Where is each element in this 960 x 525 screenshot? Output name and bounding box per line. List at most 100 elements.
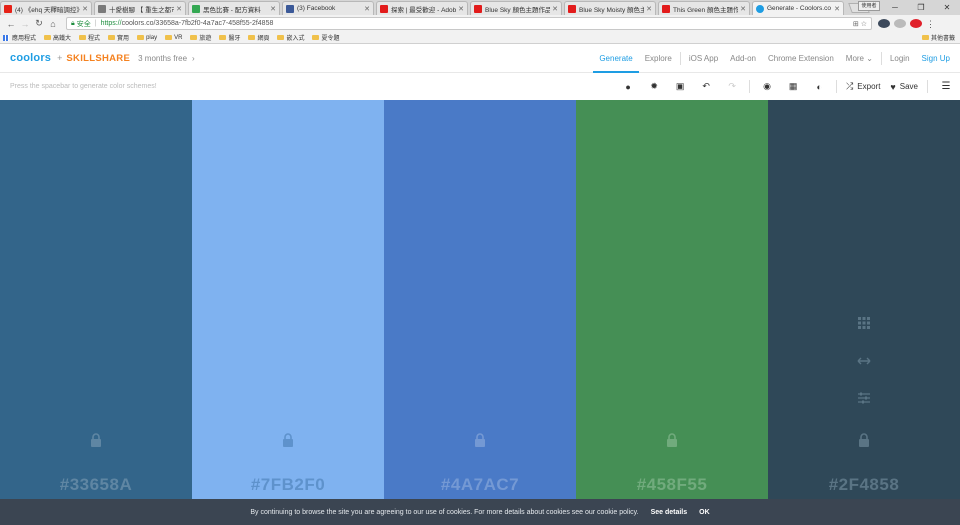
hex-code[interactable]: #7FB2F0 <box>192 475 384 495</box>
apps-icon <box>3 34 9 41</box>
save-label: Save <box>899 82 918 91</box>
close-icon[interactable]: ✕ <box>270 5 276 13</box>
hamburger-menu-icon[interactable]: ☰ <box>932 81 960 92</box>
resize-horizontal-icon[interactable] <box>857 354 871 368</box>
color-column[interactable]: #458F55 <box>576 100 768 499</box>
hex-code[interactable]: #458F55 <box>576 475 768 495</box>
menu-icon[interactable]: ⋮ <box>926 19 935 29</box>
redo-icon[interactable]: ↷ <box>719 81 745 92</box>
cookie-banner: By continuing to browse the site you are… <box>0 499 960 525</box>
bookmark-folder[interactable]: 夏令題 <box>312 33 340 42</box>
close-icon[interactable]: ✕ <box>740 5 746 13</box>
tab-favicon <box>380 4 388 13</box>
cookie-message: By continuing to browse the site you are… <box>250 508 639 516</box>
settings-icon[interactable]: ✹ <box>641 81 667 92</box>
close-icon[interactable]: ✕ <box>364 5 370 13</box>
bookmark-other[interactable]: 其他書籤 <box>921 33 955 42</box>
nav-more[interactable]: More ⌄ <box>840 44 879 73</box>
nav-explore[interactable]: Explore <box>639 44 678 73</box>
reload-icon[interactable]: ↻ <box>32 18 46 29</box>
bookmarks-bar: 應用程式 高鐵大 程式 實用 play VR 旅遊 醫牙 網頁 嵌入式 夏令題 … <box>0 32 960 44</box>
nav-ios-app[interactable]: iOS App <box>683 44 724 73</box>
bookmark-folder[interactable]: VR <box>165 35 182 41</box>
extension-icon[interactable] <box>878 19 890 28</box>
lock-icon[interactable] <box>90 433 102 447</box>
home-icon[interactable]: ⌂ <box>46 19 60 29</box>
coolors-logo[interactable]: coolors <box>10 52 51 64</box>
save-button[interactable]: ♥ Save <box>885 82 923 92</box>
drag-handle-icon[interactable] <box>857 316 871 330</box>
forward-icon[interactable]: → <box>18 19 32 29</box>
skillshare-logo[interactable]: SKILLSHARE <box>66 53 130 64</box>
lock-icon[interactable] <box>282 433 294 447</box>
color-column[interactable]: #2F4858 <box>768 100 960 499</box>
see-details-link[interactable]: See details <box>651 509 688 516</box>
close-icon[interactable]: ✕ <box>552 5 558 13</box>
export-label: Export <box>857 82 881 91</box>
profile-button[interactable]: 使用者 <box>858 1 880 11</box>
color-column[interactable]: #4A7AC7 <box>384 100 576 499</box>
close-icon[interactable]: ✕ <box>834 5 840 13</box>
divider <box>927 80 928 93</box>
hex-code[interactable]: #33658A <box>0 475 192 495</box>
close-icon[interactable]: ✕ <box>646 5 652 13</box>
browser-tab[interactable]: (3) Facebook ✕ <box>282 1 374 15</box>
camera-icon[interactable]: ▣ <box>667 81 693 92</box>
contrast-icon[interactable]: ◐ <box>806 82 832 92</box>
nav-generate[interactable]: Generate <box>593 44 640 73</box>
bookmark-folder[interactable]: 實用 <box>108 33 129 42</box>
bookmark-folder[interactable]: 嵌入式 <box>277 33 304 42</box>
tab-title: This Green 顏色主題作品 <box>673 6 738 14</box>
site-header: coolors + SKILLSHARE 3 months free › Gen… <box>0 44 960 73</box>
tab-title: 黑色比賽 - 配方資料 <box>203 6 261 14</box>
nav-add-on[interactable]: Add-on <box>724 44 762 73</box>
close-icon[interactable]: ✕ <box>82 5 88 13</box>
back-icon[interactable]: ← <box>4 19 18 29</box>
lock-icon[interactable] <box>474 433 486 447</box>
bookmark-star-icon[interactable]: ⊞ ☆ <box>853 20 867 28</box>
signup-link[interactable]: Sign Up <box>916 54 960 63</box>
bookmark-folder[interactable]: play <box>137 35 157 41</box>
view-icon[interactable]: ◉ <box>754 81 780 92</box>
extension-icon[interactable] <box>894 19 906 28</box>
lock-icon[interactable] <box>858 433 870 447</box>
hex-code[interactable]: #4A7AC7 <box>384 475 576 495</box>
browser-tab[interactable]: (4) 《ehq 天釋暗調控》 ✕ <box>0 1 92 15</box>
address-input[interactable]: 🔒︎ 安全 | https:// coolors.co/33658a-7fb2f… <box>66 17 872 30</box>
help-icon[interactable]: ● <box>615 82 641 92</box>
tab-title: 十愛樹腳 【 重生之都市 <box>109 6 175 14</box>
nav-chrome-extension[interactable]: Chrome Extension <box>762 44 840 73</box>
bookmark-folder[interactable]: 醫牙 <box>219 33 240 42</box>
lock-icon[interactable] <box>666 433 678 447</box>
browser-tab[interactable]: 探索 | 最受歡迎 - Adob ✕ <box>376 1 468 15</box>
color-column[interactable]: #7FB2F0 <box>192 100 384 499</box>
bookmark-folder[interactable]: 高鐵大 <box>44 33 71 42</box>
browser-tab-strip: (4) 《ehq 天釋暗調控》 ✕ 十愛樹腳 【 重生之都市 ✕ 黑色比賽 - 配方… <box>0 0 960 15</box>
close-window-icon[interactable]: ✕ <box>934 3 960 12</box>
browser-tab[interactable]: This Green 顏色主題作品✕ <box>658 1 750 15</box>
adjust-sliders-icon[interactable] <box>857 391 871 405</box>
close-icon[interactable]: ✕ <box>176 5 182 13</box>
login-link[interactable]: Login <box>884 44 916 73</box>
bookmark-folder[interactable]: 旅遊 <box>190 33 211 42</box>
undo-icon[interactable]: ↶ <box>693 81 719 92</box>
color-column[interactable]: #33658A <box>0 100 192 499</box>
browser-tab[interactable]: 十愛樹腳 【 重生之都市 ✕ <box>94 1 186 15</box>
promo-text[interactable]: 3 months free <box>138 54 187 63</box>
bookmark-folder[interactable]: 程式 <box>79 33 100 42</box>
browser-tab-active[interactable]: Generate - Coolors.co ✕ <box>752 1 844 15</box>
minimize-icon[interactable]: ─ <box>882 3 908 12</box>
window-controls: ─ ❐ ✕ <box>882 0 960 15</box>
restore-icon[interactable]: ❐ <box>908 3 934 12</box>
grid-icon[interactable]: ▦ <box>780 81 806 92</box>
adblock-icon[interactable] <box>910 19 922 28</box>
close-icon[interactable]: ✕ <box>458 5 464 13</box>
bookmark-folder[interactable]: 網頁 <box>248 33 269 42</box>
ok-button[interactable]: OK <box>699 509 710 516</box>
browser-tab[interactable]: Blue Sky 顏色主題作品 ✕ <box>470 1 562 15</box>
export-button[interactable]: ⤮ Export <box>841 81 885 92</box>
browser-tab[interactable]: Blue Sky Moisty 顏色主 ✕ <box>564 1 656 15</box>
hex-code[interactable]: #2F4858 <box>768 475 960 495</box>
browser-tab[interactable]: 黑色比賽 - 配方資料 ✕ <box>188 1 280 15</box>
bookmark-apps[interactable]: 應用程式 <box>3 33 36 42</box>
